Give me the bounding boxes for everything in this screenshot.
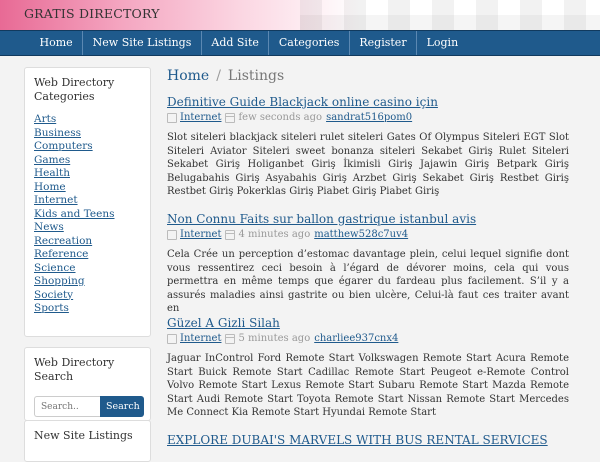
- listing-time: 4 minutes ago: [238, 229, 311, 240]
- search-form: Search: [34, 396, 144, 417]
- category-item[interactable]: Home: [34, 181, 140, 195]
- category-link-business[interactable]: Business: [34, 127, 81, 139]
- category-item[interactable]: Recreation: [34, 235, 140, 249]
- category-item[interactable]: Health: [34, 167, 140, 181]
- category-link-kids-and-teens[interactable]: Kids and Teens: [34, 208, 115, 220]
- site-header: GRATIS DIRECTORY: [0, 0, 600, 30]
- search-button[interactable]: Search: [100, 396, 144, 417]
- listing-item: Non Connu Faits sur ballon gastrique ist…: [167, 212, 569, 316]
- nav-home[interactable]: Home: [30, 31, 84, 55]
- breadcrumb-current: Listings: [227, 68, 285, 84]
- listing-item: EXPLORE DUBAI'S MARVELS WITH BUS RENTAL …: [167, 433, 569, 447]
- category-link-arts[interactable]: Arts: [34, 113, 56, 125]
- calendar-icon: [225, 229, 236, 240]
- main-nav: Home New Site Listings Add Site Categori…: [0, 30, 600, 56]
- nav-login[interactable]: Login: [417, 31, 468, 55]
- nav-new-site-listings[interactable]: New Site Listings: [83, 31, 202, 55]
- new-listings-title: New Site Listings: [34, 429, 133, 442]
- listing-time: few seconds ago: [238, 112, 323, 123]
- category-link-news[interactable]: News: [34, 221, 64, 233]
- listing-item: Güzel A Gizli Silah Internet 5 minutes a…: [167, 316, 569, 420]
- listing-user-link[interactable]: charliee937cnx4: [314, 332, 398, 345]
- listing-title[interactable]: Non Connu Faits sur ballon gastrique ist…: [167, 212, 569, 226]
- listing-user-link[interactable]: sandrat516pom0: [326, 111, 412, 124]
- header-pattern: [300, 0, 600, 30]
- category-link-reference[interactable]: Reference: [34, 248, 88, 260]
- category-link-computers[interactable]: Computers: [34, 140, 93, 152]
- category-link-home[interactable]: Home: [34, 181, 66, 193]
- nav-register[interactable]: Register: [350, 31, 418, 55]
- category-item[interactable]: Sports: [34, 302, 140, 316]
- category-item[interactable]: Computers: [34, 140, 140, 154]
- category-item[interactable]: News: [34, 221, 140, 235]
- category-link-internet[interactable]: Internet: [34, 194, 78, 206]
- category-item[interactable]: Kids and Teens: [34, 208, 140, 222]
- listing-meta: Internet 5 minutes ago charliee937cnx4: [167, 332, 569, 345]
- site-brand[interactable]: GRATIS DIRECTORY: [24, 6, 160, 21]
- listing-title[interactable]: Definitive Guide Blackjack online casino…: [167, 95, 569, 109]
- listing-meta: Internet 4 minutes ago matthew528c7uv4: [167, 228, 569, 241]
- listing-description: Slot siteleri blackjack siteleri rulet s…: [167, 132, 569, 197]
- search-title: Web Directory Search: [34, 356, 115, 383]
- folder-icon: [167, 333, 177, 344]
- category-item[interactable]: Internet: [34, 194, 140, 208]
- folder-icon: [167, 229, 177, 240]
- category-list: Arts Business Computers Games Health Hom…: [34, 113, 140, 316]
- category-item[interactable]: Science: [34, 262, 140, 276]
- listing-category-link[interactable]: Internet: [180, 332, 221, 345]
- category-link-shopping[interactable]: Shopping: [34, 275, 85, 287]
- folder-icon: [167, 112, 177, 123]
- category-link-health[interactable]: Health: [34, 167, 70, 179]
- listing-meta: Internet few seconds ago sandrat516pom0: [167, 111, 569, 124]
- listing-time: 5 minutes ago: [238, 333, 311, 344]
- nav-categories[interactable]: Categories: [269, 31, 350, 55]
- new-listings-card: New Site Listings: [24, 420, 151, 462]
- listing-title[interactable]: Güzel A Gizli Silah: [167, 316, 569, 330]
- category-link-science[interactable]: Science: [34, 262, 76, 274]
- listing-category-link[interactable]: Internet: [180, 111, 221, 124]
- listing-description: Cela Crée un perception d’estomac davant…: [167, 249, 569, 314]
- calendar-icon: [225, 333, 236, 344]
- categories-title: Web Directory Categories: [34, 76, 115, 103]
- listing-user-link[interactable]: matthew528c7uv4: [314, 228, 408, 241]
- category-link-recreation[interactable]: Recreation: [34, 235, 92, 247]
- calendar-icon: [225, 112, 236, 123]
- category-item[interactable]: Society: [34, 289, 140, 303]
- breadcrumb: Home / Listings: [167, 68, 284, 84]
- category-link-society[interactable]: Society: [34, 289, 73, 301]
- search-card: Web Directory Search Search: [24, 347, 151, 421]
- category-link-games[interactable]: Games: [34, 154, 70, 166]
- listing-category-link[interactable]: Internet: [180, 228, 221, 241]
- breadcrumb-separator: /: [216, 68, 221, 84]
- listing-title[interactable]: EXPLORE DUBAI'S MARVELS WITH BUS RENTAL …: [167, 433, 569, 447]
- category-item[interactable]: Business: [34, 127, 140, 141]
- category-item[interactable]: Games: [34, 154, 140, 168]
- search-input[interactable]: [34, 396, 100, 417]
- breadcrumb-home[interactable]: Home: [167, 68, 209, 84]
- nav-add-site[interactable]: Add Site: [202, 31, 270, 55]
- listing-item: Definitive Guide Blackjack online casino…: [167, 95, 569, 199]
- category-item[interactable]: Reference: [34, 248, 140, 262]
- category-item[interactable]: Shopping: [34, 275, 140, 289]
- listing-description: Jaguar InControl Ford Remote Start Volks…: [167, 353, 569, 418]
- category-link-sports[interactable]: Sports: [34, 302, 69, 314]
- categories-card: Web Directory Categories Arts Business C…: [24, 67, 151, 337]
- category-item[interactable]: Arts: [34, 113, 140, 127]
